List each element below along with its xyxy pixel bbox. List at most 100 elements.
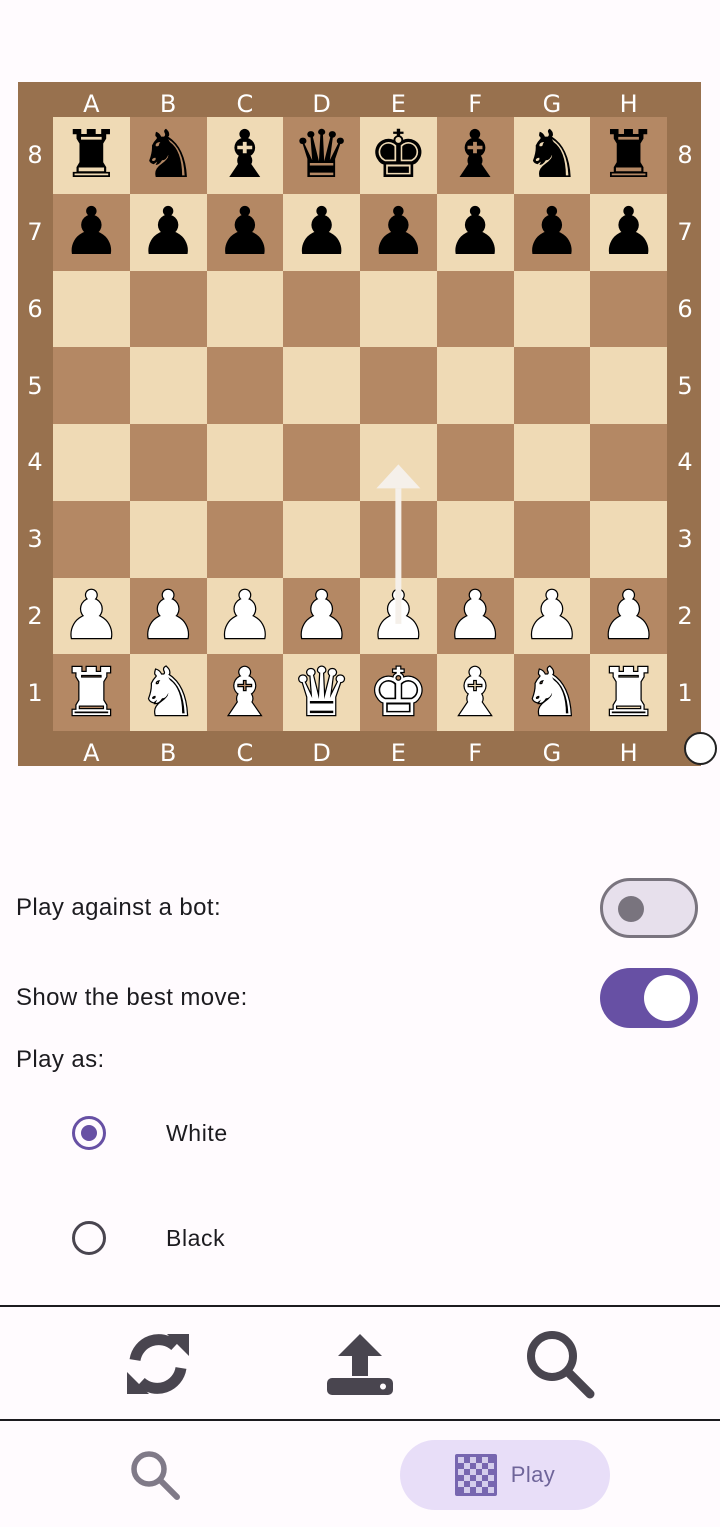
square-g7[interactable]: ♟ bbox=[513, 193, 591, 271]
black-king-piece[interactable]: ♚ bbox=[369, 122, 428, 188]
square-d4[interactable] bbox=[283, 424, 360, 501]
white-bishop-piece[interactable]: ♝ bbox=[214, 658, 276, 727]
black-bishop-piece[interactable]: ♝ bbox=[446, 122, 505, 188]
white-pawn-piece[interactable]: ♟ bbox=[61, 581, 123, 650]
square-h3[interactable] bbox=[590, 500, 667, 578]
square-a2[interactable]: ♟ bbox=[53, 577, 130, 655]
square-c3[interactable] bbox=[206, 500, 284, 578]
square-h1[interactable]: ♜ bbox=[590, 654, 667, 731]
square-f2[interactable]: ♟ bbox=[436, 577, 514, 655]
white-rook-piece[interactable]: ♜ bbox=[598, 658, 660, 727]
black-pawn-piece[interactable]: ♟ bbox=[446, 199, 505, 265]
white-pawn-piece[interactable]: ♟ bbox=[598, 581, 660, 650]
square-f4[interactable] bbox=[436, 424, 514, 501]
square-d2[interactable]: ♟ bbox=[283, 577, 360, 655]
white-pawn-piece[interactable]: ♟ bbox=[137, 581, 199, 650]
white-pawn-piece[interactable]: ♟ bbox=[521, 581, 583, 650]
square-f1[interactable]: ♝ bbox=[436, 654, 514, 731]
black-pawn-piece[interactable]: ♟ bbox=[599, 199, 658, 265]
square-e8[interactable]: ♚ bbox=[360, 117, 437, 194]
white-queen-piece[interactable]: ♛ bbox=[291, 658, 353, 727]
square-d1[interactable]: ♛ bbox=[283, 654, 360, 731]
square-e3[interactable] bbox=[360, 500, 437, 578]
white-pawn-piece[interactable]: ♟ bbox=[291, 581, 353, 650]
square-a4[interactable] bbox=[53, 424, 130, 501]
square-e2[interactable]: ♟ bbox=[360, 577, 437, 655]
black-pawn-piece[interactable]: ♟ bbox=[215, 199, 274, 265]
black-pawn-piece[interactable]: ♟ bbox=[522, 199, 581, 265]
square-b1[interactable]: ♞ bbox=[129, 654, 207, 731]
refresh-button[interactable] bbox=[122, 1328, 194, 1400]
black-rook-piece[interactable]: ♜ bbox=[599, 122, 658, 188]
square-c1[interactable]: ♝ bbox=[206, 654, 284, 731]
square-g2[interactable]: ♟ bbox=[513, 577, 591, 655]
square-a1[interactable]: ♜ bbox=[53, 654, 130, 731]
square-a5[interactable] bbox=[53, 347, 130, 424]
white-bishop-piece[interactable]: ♝ bbox=[444, 658, 506, 727]
square-a7[interactable]: ♟ bbox=[53, 193, 130, 271]
radio-option-white[interactable]: White bbox=[72, 1113, 227, 1153]
black-rook-piece[interactable]: ♜ bbox=[62, 122, 121, 188]
radio-button-white[interactable] bbox=[72, 1116, 106, 1150]
black-pawn-piece[interactable]: ♟ bbox=[62, 199, 121, 265]
black-queen-piece[interactable]: ♛ bbox=[292, 122, 351, 188]
square-b8[interactable]: ♞ bbox=[129, 117, 207, 194]
square-e6[interactable] bbox=[360, 270, 437, 348]
square-h4[interactable] bbox=[590, 424, 667, 501]
radio-button-black[interactable] bbox=[72, 1221, 106, 1255]
square-g5[interactable] bbox=[513, 347, 591, 424]
black-bishop-piece[interactable]: ♝ bbox=[215, 122, 274, 188]
square-c4[interactable] bbox=[206, 424, 284, 501]
square-h2[interactable]: ♟ bbox=[590, 577, 667, 655]
black-pawn-piece[interactable]: ♟ bbox=[369, 199, 428, 265]
nav-search-tab[interactable] bbox=[124, 1446, 186, 1504]
square-c5[interactable] bbox=[206, 347, 284, 424]
best-move-toggle[interactable] bbox=[600, 968, 698, 1028]
white-pawn-piece[interactable]: ♟ bbox=[444, 581, 506, 650]
white-pawn-piece[interactable]: ♟ bbox=[368, 581, 430, 650]
square-b2[interactable]: ♟ bbox=[129, 577, 207, 655]
white-rook-piece[interactable]: ♜ bbox=[61, 658, 123, 727]
square-h6[interactable] bbox=[590, 270, 667, 348]
square-a3[interactable] bbox=[53, 500, 130, 578]
square-f3[interactable] bbox=[436, 500, 514, 578]
square-d3[interactable] bbox=[283, 500, 360, 578]
upload-button[interactable] bbox=[324, 1328, 396, 1400]
square-e5[interactable] bbox=[360, 347, 437, 424]
square-h5[interactable] bbox=[590, 347, 667, 424]
square-f7[interactable]: ♟ bbox=[436, 193, 514, 271]
white-king-piece[interactable]: ♚ bbox=[368, 658, 430, 727]
white-knight-piece[interactable]: ♞ bbox=[521, 658, 583, 727]
square-d7[interactable]: ♟ bbox=[283, 193, 360, 271]
black-pawn-piece[interactable]: ♟ bbox=[292, 199, 351, 265]
search-action-button[interactable] bbox=[524, 1328, 596, 1400]
square-b6[interactable] bbox=[129, 270, 207, 348]
square-g6[interactable] bbox=[513, 270, 591, 348]
square-b4[interactable] bbox=[129, 424, 207, 501]
square-f6[interactable] bbox=[436, 270, 514, 348]
white-knight-piece[interactable]: ♞ bbox=[137, 658, 199, 727]
square-c2[interactable]: ♟ bbox=[206, 577, 284, 655]
square-c8[interactable]: ♝ bbox=[206, 117, 284, 194]
square-h8[interactable]: ♜ bbox=[590, 117, 667, 194]
black-knight-piece[interactable]: ♞ bbox=[522, 122, 581, 188]
square-g8[interactable]: ♞ bbox=[513, 117, 591, 194]
radio-option-black[interactable]: Black bbox=[72, 1218, 225, 1258]
square-d5[interactable] bbox=[283, 347, 360, 424]
square-f8[interactable]: ♝ bbox=[436, 117, 514, 194]
black-knight-piece[interactable]: ♞ bbox=[139, 122, 198, 188]
square-b3[interactable] bbox=[129, 500, 207, 578]
bot-toggle[interactable] bbox=[600, 878, 698, 938]
square-a8[interactable]: ♜ bbox=[53, 117, 130, 194]
square-g3[interactable] bbox=[513, 500, 591, 578]
square-c7[interactable]: ♟ bbox=[206, 193, 284, 271]
square-h7[interactable]: ♟ bbox=[590, 193, 667, 271]
square-d6[interactable] bbox=[283, 270, 360, 348]
white-pawn-piece[interactable]: ♟ bbox=[214, 581, 276, 650]
square-f5[interactable] bbox=[436, 347, 514, 424]
square-e1[interactable]: ♚ bbox=[360, 654, 437, 731]
square-g4[interactable] bbox=[513, 424, 591, 501]
square-a6[interactable] bbox=[53, 270, 130, 348]
square-e7[interactable]: ♟ bbox=[360, 193, 437, 271]
square-c6[interactable] bbox=[206, 270, 284, 348]
